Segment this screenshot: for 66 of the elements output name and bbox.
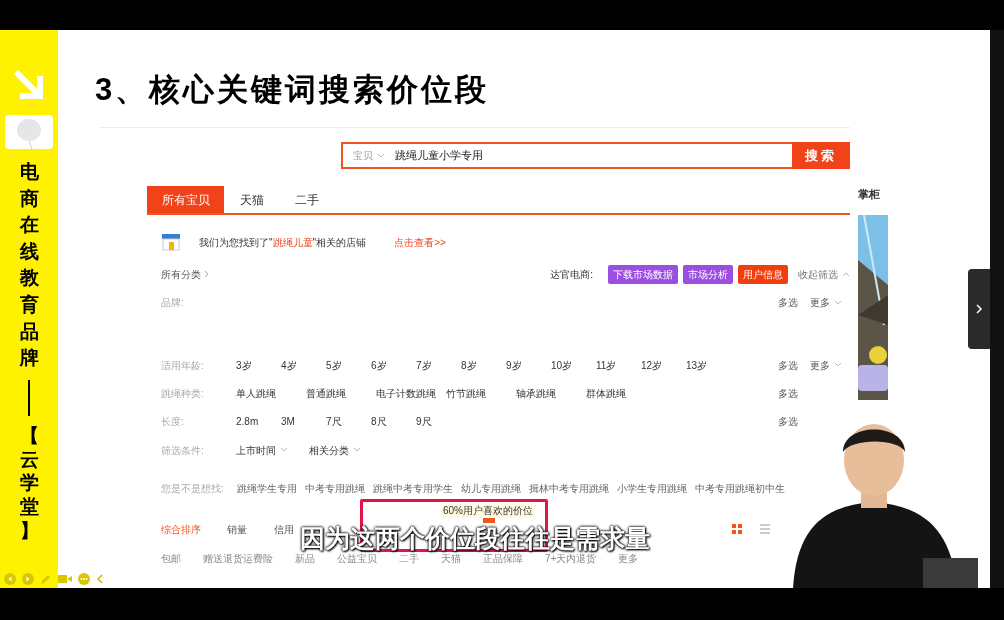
condition-dropdown[interactable]: 相关分类 [309, 442, 382, 458]
price-tooltip: 60%用户喜欢的价位 [441, 503, 535, 518]
shop-notice-text: 我们为您找到了"跳绳儿童"相关的店铺 [199, 235, 367, 250]
filter-option[interactable]: 7岁 [416, 357, 461, 373]
filter-option[interactable]: 9尺 [416, 413, 461, 429]
filter-option[interactable]: 2.8m [236, 413, 281, 429]
collapse-filter-link[interactable]: 收起筛选 [798, 266, 850, 282]
quick-filter[interactable]: 赠送退货运费险 [203, 550, 273, 566]
quick-filter[interactable]: 更多 [618, 550, 639, 566]
filter-label: 跳绳种类: [161, 386, 205, 401]
tool-button[interactable]: 用户信息 [738, 264, 788, 284]
filter-option[interactable]: 电子计数跳绳 [376, 385, 446, 401]
tool-button[interactable]: 下载市场数据 [608, 264, 678, 284]
suggestion-link[interactable]: 跳绳学生专用 [237, 480, 297, 496]
tab[interactable]: 二手 [279, 186, 334, 213]
filter-option[interactable]: 单人跳绳 [236, 385, 306, 401]
search-field[interactable]: 跳绳儿童小学专用 [395, 142, 792, 169]
filter-option[interactable]: 9岁 [506, 357, 551, 373]
filter-option[interactable]: 3M [281, 413, 326, 429]
tool-button[interactable]: 市场分析 [683, 264, 733, 284]
condition-dropdown[interactable]: 上市时间 [236, 442, 309, 458]
more-link[interactable]: 更多 [810, 357, 842, 373]
filter-option[interactable]: 普通跳绳 [306, 385, 376, 401]
filter-option[interactable]: 8岁 [461, 357, 506, 373]
filter-option[interactable]: 7尺 [326, 413, 371, 429]
filter-label: 长度: [161, 414, 185, 429]
multi-select-link[interactable]: 多选 [778, 357, 810, 373]
multi-select-link[interactable]: 多选 [778, 385, 810, 401]
slide-title: 3、核心关键词搜索价位段 [95, 71, 491, 109]
filter-label: 您是不是想找: [161, 481, 225, 496]
suggestion-link[interactable]: 中考专用跳绳初中生 [695, 480, 785, 496]
filter-option[interactable]: 10岁 [551, 357, 596, 373]
filter-label: 品牌: [161, 296, 185, 310]
view-link[interactable]: 点击查看>> [394, 234, 446, 250]
category-label[interactable]: 所有分类 [161, 266, 201, 282]
filter-option[interactable]: 群体跳绳 [586, 385, 656, 401]
tab[interactable]: 天猫 [224, 186, 279, 213]
suggestion-link[interactable]: 中考专用跳绳 [305, 480, 365, 496]
suggestion-link[interactable]: 小学生专用跳绳 [617, 480, 687, 496]
brand-tag: 【云学堂】 [19, 423, 39, 543]
suggestion-link[interactable]: 揖林中考专用跳绳 [529, 480, 609, 496]
suggestion-link[interactable]: 幼儿专用跳绳 [461, 480, 521, 496]
side-panel-title: 掌柜 [858, 187, 881, 202]
filter-label: 筛选条件: [161, 443, 205, 458]
filter-option[interactable]: 5岁 [326, 357, 371, 373]
suggestion-link[interactable]: 跳绳中考专用学生 [373, 480, 453, 496]
filter-option[interactable]: 13岁 [686, 357, 731, 373]
quick-filter[interactable]: 包邮 [161, 550, 181, 566]
filter-option[interactable]: 6岁 [371, 357, 416, 373]
filter-option[interactable]: 12岁 [641, 357, 686, 373]
sort-option[interactable]: 销量 [227, 521, 274, 537]
brand-text: 电商在线教育品牌 [19, 160, 39, 371]
filter-option[interactable]: 8尺 [371, 413, 416, 429]
search-button[interactable]: 搜索 [792, 142, 850, 169]
more-link[interactable]: 更多 [810, 295, 842, 310]
filter-option[interactable]: 竹节跳绳 [446, 385, 516, 401]
multi-select-link[interactable]: 多选 [778, 295, 810, 310]
tab[interactable]: 所有宝贝 [147, 186, 224, 213]
filter-option[interactable]: 轴承跳绳 [516, 385, 586, 401]
filter-option[interactable]: 11岁 [596, 357, 641, 373]
tool-label: 达官电商: [550, 267, 593, 282]
filter-option[interactable]: 3岁 [236, 357, 281, 373]
multi-select-link[interactable]: 多选 [778, 413, 810, 429]
filter-option[interactable]: 4岁 [281, 357, 326, 373]
filter-label: 适用年龄: [161, 358, 205, 373]
sort-option[interactable]: 综合排序 [161, 521, 227, 537]
